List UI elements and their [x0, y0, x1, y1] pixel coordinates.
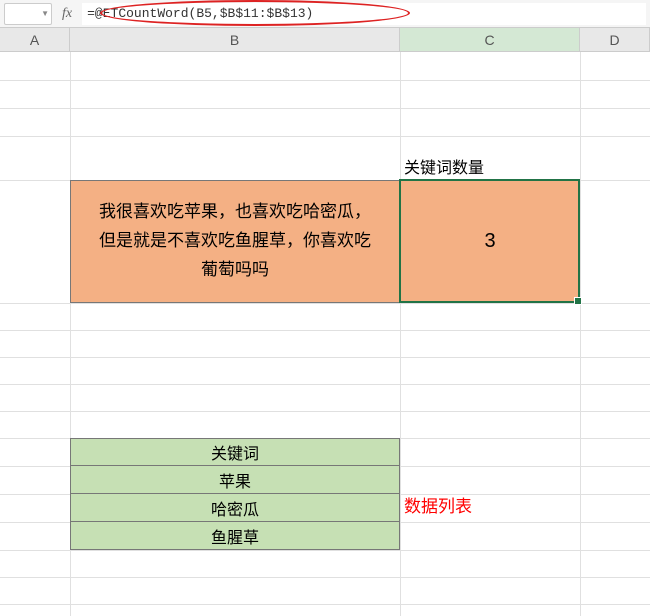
- formula-input[interactable]: =@ETCountWord(B5,$B$11:$B$13): [82, 3, 646, 25]
- spreadsheet-grid[interactable]: 关键词数量 我很喜欢吃苹果，也喜欢吃哈密瓜，但是就是不喜欢吃鱼腥草，你喜欢吃葡萄…: [0, 52, 650, 616]
- formula-bar: ▼ fx =@ETCountWord(B5,$B$11:$B$13): [0, 0, 650, 28]
- fx-icon[interactable]: fx: [56, 6, 78, 22]
- orange-block: 我很喜欢吃苹果，也喜欢吃哈密瓜，但是就是不喜欢吃鱼腥草，你喜欢吃葡萄吗吗 3: [70, 180, 580, 303]
- result-value: 3: [484, 230, 495, 253]
- col-header-C[interactable]: C: [400, 28, 580, 52]
- formula-text: =@ETCountWord(B5,$B$11:$B$13): [87, 6, 313, 21]
- cell-C5-result[interactable]: 3: [400, 180, 580, 303]
- table-row[interactable]: 鱼腥草: [70, 522, 400, 550]
- table-row[interactable]: 哈密瓜: [70, 494, 400, 522]
- column-headers: A B C D: [0, 28, 650, 52]
- keyword-count-header: 关键词数量: [400, 152, 580, 180]
- col-header-B[interactable]: B: [70, 28, 400, 52]
- keyword-table: 关键词 苹果 哈密瓜 鱼腥草: [70, 438, 400, 550]
- annotation-label: 数据列表: [404, 492, 472, 517]
- name-box[interactable]: ▼: [4, 3, 52, 25]
- chevron-down-icon: ▼: [41, 9, 49, 18]
- keyword-table-header[interactable]: 关键词: [70, 438, 400, 466]
- col-header-D[interactable]: D: [580, 28, 650, 52]
- cell-B5-text[interactable]: 我很喜欢吃苹果，也喜欢吃哈密瓜，但是就是不喜欢吃鱼腥草，你喜欢吃葡萄吗吗: [70, 180, 400, 303]
- table-row[interactable]: 苹果: [70, 466, 400, 494]
- col-header-A[interactable]: A: [0, 28, 70, 52]
